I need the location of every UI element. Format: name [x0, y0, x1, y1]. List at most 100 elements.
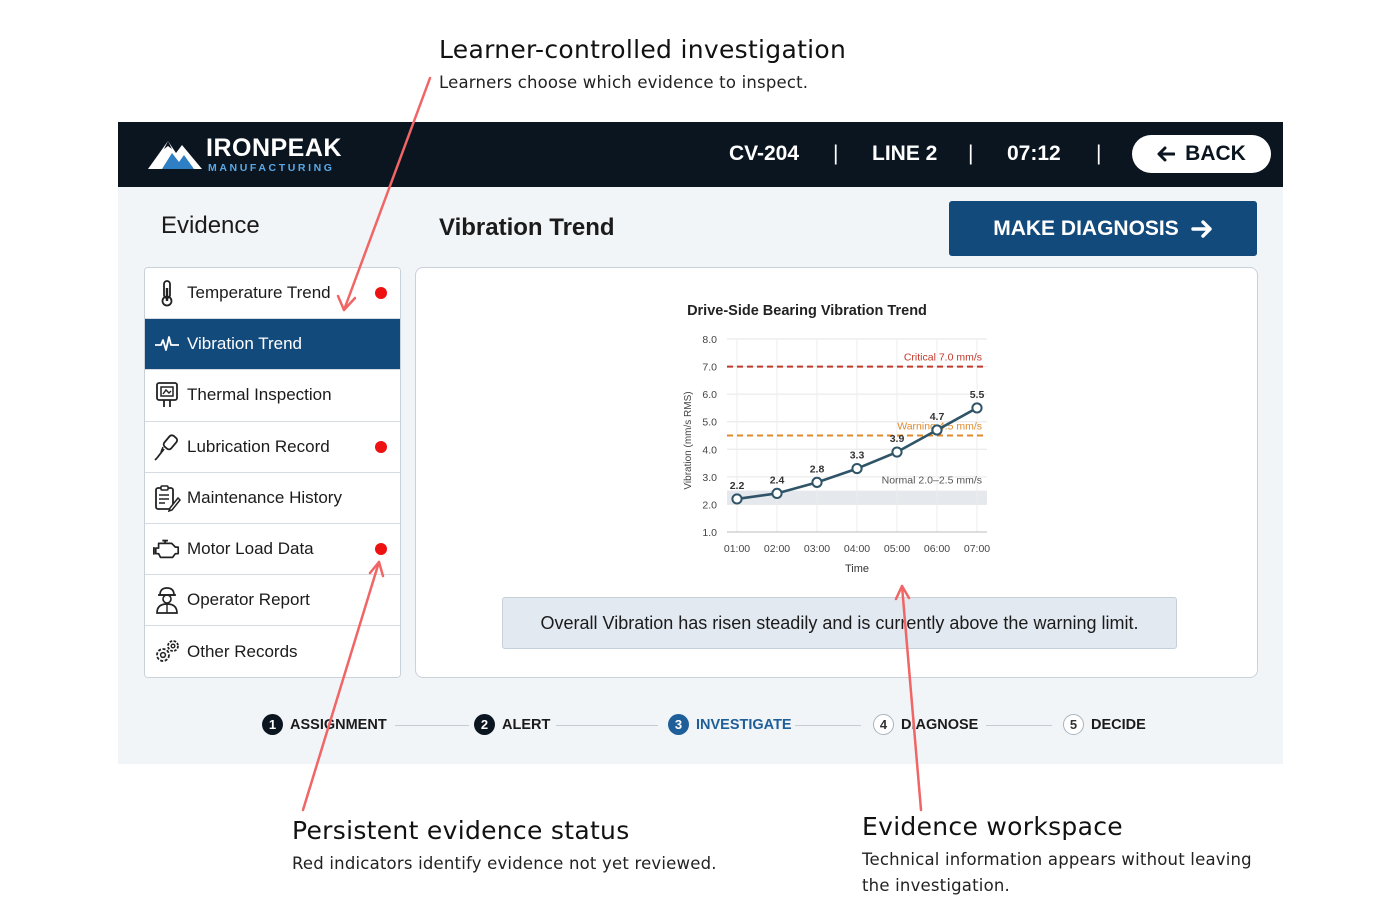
- step-number: 1: [262, 714, 283, 735]
- y-tick-label: 7.0: [702, 362, 717, 374]
- evidence-item-label: Motor Load Data: [187, 539, 314, 559]
- separator: |: [1096, 142, 1102, 165]
- step-label: DIAGNOSE: [901, 716, 979, 733]
- step-connector: [986, 725, 1052, 726]
- annotation-evidence-workspace: Evidence workspace Technical information…: [862, 812, 1262, 899]
- x-tick-label: 05:00: [884, 543, 910, 555]
- top-bar: IRONPEAK MANUFACTURING CV-204 | LINE 2 |…: [118, 122, 1283, 187]
- data-point: [731, 493, 743, 505]
- evidence-item-label: Vibration Trend: [187, 334, 302, 354]
- separator: |: [968, 142, 974, 165]
- step-label: ASSIGNMENT: [290, 716, 387, 733]
- x-tick-label: 04:00: [844, 543, 870, 555]
- unreviewed-indicator: [375, 287, 387, 299]
- step-diagnose[interactable]: 4 DIAGNOSE: [873, 714, 978, 735]
- step-label: INVESTIGATE: [696, 716, 792, 733]
- data-label: 2.4: [770, 474, 785, 486]
- evidence-list: Temperature Trend Vibration Trend Therma…: [144, 267, 401, 678]
- worker-icon: [153, 586, 181, 615]
- clipboard-icon: [153, 484, 181, 512]
- evidence-item-operator-report[interactable]: Operator Report: [145, 575, 400, 627]
- summary-message: Overall Vibration has risen steadily and…: [502, 597, 1177, 649]
- step-number: 2: [474, 714, 495, 735]
- step-connector: [795, 725, 861, 726]
- grease-gun-icon: [153, 433, 181, 461]
- make-diagnosis-label: MAKE DIAGNOSIS: [993, 216, 1179, 240]
- data-label: 3.9: [890, 433, 905, 445]
- step-connector: [395, 725, 469, 726]
- data-label: 5.5: [970, 389, 985, 401]
- brand-name: IRONPEAK: [206, 134, 342, 162]
- step-decide[interactable]: 5 DECIDE: [1063, 714, 1146, 735]
- annotation-title: Evidence workspace: [862, 812, 1123, 841]
- evidence-item-motor-load-data[interactable]: Motor Load Data: [145, 523, 400, 576]
- step-investigate[interactable]: 3 INVESTIGATE: [668, 714, 792, 735]
- y-tick-label: 8.0: [702, 334, 717, 346]
- x-tick-label: 03:00: [804, 543, 830, 555]
- brand-logo: IRONPEAK MANUFACTURING: [148, 130, 348, 180]
- y-tick-label: 5.0: [702, 417, 717, 429]
- arrow-left-icon: [1157, 146, 1176, 162]
- back-button[interactable]: BACK: [1132, 135, 1271, 173]
- vibration-chart: Drive-Side Bearing Vibration Trend 1.0 2.0…: [683, 303, 990, 575]
- normal-band-label: Normal 2.0–2.5 mm/s: [882, 475, 982, 487]
- asset-id: CV-204: [729, 142, 800, 165]
- panel-title: Vibration Trend: [439, 214, 615, 241]
- annotation-subtitle: Red indicators identify evidence not yet…: [292, 854, 717, 873]
- step-label: ALERT: [502, 716, 551, 733]
- app-window: IRONPEAK MANUFACTURING CV-204 | LINE 2 |…: [118, 122, 1283, 764]
- thermometer-icon: [153, 279, 181, 307]
- step-alert[interactable]: 2 ALERT: [474, 714, 550, 735]
- evidence-item-other-records[interactable]: Other Records: [145, 626, 400, 677]
- evidence-item-label: Thermal Inspection: [187, 385, 332, 405]
- x-tick-label: 06:00: [924, 543, 950, 555]
- line-id: LINE 2: [872, 142, 938, 165]
- critical-threshold-label: Critical 7.0 mm/s: [904, 352, 982, 364]
- y-axis-label: Vibration (mm/s RMS): [683, 391, 694, 489]
- y-tick-label: 6.0: [702, 389, 717, 401]
- data-point: [971, 402, 983, 414]
- clock-time: 07:12: [1007, 142, 1061, 165]
- annotation-subtitle: Learners choose which evidence to inspec…: [439, 73, 809, 92]
- brand-subtitle: MANUFACTURING: [208, 162, 335, 174]
- evidence-item-label: Temperature Trend: [187, 283, 331, 303]
- back-label: BACK: [1185, 142, 1246, 165]
- data-label: 2.2: [730, 480, 745, 492]
- evidence-item-maintenance-history[interactable]: Maintenance History: [145, 472, 400, 524]
- evidence-item-label: Maintenance History: [187, 487, 342, 507]
- annotation-title: Persistent evidence status: [292, 816, 630, 845]
- evidence-item-thermal-inspection[interactable]: Thermal Inspection: [145, 370, 400, 422]
- separator: |: [833, 142, 839, 165]
- annotation-learner-controlled: Learner-controlled investigation Learner…: [439, 35, 846, 96]
- progress-stepper: 1 ASSIGNMENT 2 ALERT 3 INVESTIGATE 4 DIA…: [118, 710, 1283, 740]
- annotation-title: Learner-controlled investigation: [439, 35, 847, 64]
- step-number: 4: [873, 714, 894, 735]
- y-tick-label: 4.0: [702, 444, 717, 456]
- evidence-item-vibration-trend[interactable]: Vibration Trend: [145, 319, 400, 371]
- evidence-item-lubrication-record[interactable]: Lubrication Record: [145, 421, 400, 473]
- annotation-subtitle: Technical information appears without le…: [862, 850, 1252, 895]
- evidence-item-label: Operator Report: [187, 590, 310, 610]
- unreviewed-indicator: [375, 542, 387, 555]
- data-point: [891, 446, 903, 458]
- x-tick-label: 02:00: [764, 543, 790, 555]
- make-diagnosis-button[interactable]: MAKE DIAGNOSIS: [949, 201, 1257, 256]
- data-point: [851, 462, 863, 475]
- evidence-item-label: Other Records: [187, 641, 298, 661]
- chart-title: Drive-Side Bearing Vibration Trend: [687, 303, 927, 319]
- evidence-workspace: Drive-Side Bearing Vibration Trend 1.0 2.0…: [415, 267, 1258, 678]
- step-label: DECIDE: [1091, 716, 1146, 733]
- thermal-camera-icon: [153, 381, 181, 409]
- data-point: [931, 424, 943, 436]
- data-label: 3.3: [850, 450, 865, 462]
- x-tick-label: 07:00: [964, 543, 990, 555]
- evidence-item-temperature-trend[interactable]: Temperature Trend: [145, 268, 400, 320]
- step-assignment[interactable]: 1 ASSIGNMENT: [262, 714, 387, 735]
- data-label: 4.7: [930, 411, 945, 423]
- evidence-item-label: Lubrication Record: [187, 436, 330, 456]
- data-point: [811, 476, 823, 488]
- data-label: 2.8: [810, 463, 825, 475]
- evidence-heading: Evidence: [161, 212, 260, 239]
- y-tick-label: 3.0: [702, 472, 717, 484]
- y-tick-label: 2.0: [702, 499, 717, 511]
